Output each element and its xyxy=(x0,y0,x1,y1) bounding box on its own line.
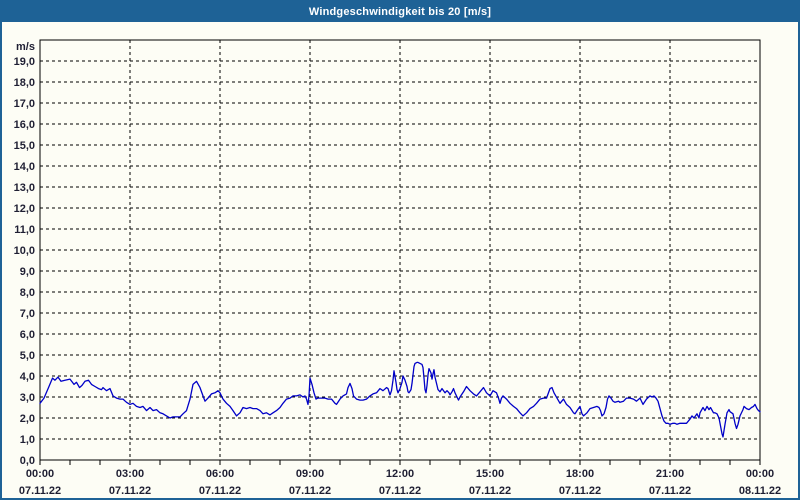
y-tick-label: 13,0 xyxy=(14,182,35,194)
y-tick-label: 12,0 xyxy=(14,203,35,215)
x-tick-time: 18:00 xyxy=(566,468,594,480)
x-tick-date: 07.11.22 xyxy=(649,485,691,497)
x-tick-time: 00:00 xyxy=(746,468,774,480)
x-tick-date: 07.11.22 xyxy=(379,485,421,497)
x-tick-date: 07.11.22 xyxy=(19,485,61,497)
y-tick-label: 6,0 xyxy=(20,329,35,341)
y-tick-label: 4,0 xyxy=(20,371,35,383)
x-tick-time: 06:00 xyxy=(206,468,234,480)
app-window: Windgeschwindigkeit bis 20 [m/s] 0,0 1,0 2… xyxy=(0,0,800,500)
x-tick-date: 07.11.22 xyxy=(469,485,511,497)
x-tick-time: 00:00 xyxy=(26,468,54,480)
y-tick-label: 8,0 xyxy=(20,287,35,299)
title-bar[interactable]: Windgeschwindigkeit bis 20 [m/s] xyxy=(2,2,798,22)
x-tick-date: 08.11.22 xyxy=(739,485,781,497)
x-tick-date: 07.11.22 xyxy=(199,485,241,497)
x-tick-time: 21:00 xyxy=(656,468,684,480)
y-tick-label: 14,0 xyxy=(14,161,35,173)
y-tick-label: 11,0 xyxy=(14,224,35,236)
x-tick-time: 09:00 xyxy=(296,468,324,480)
x-tick-time: 03:00 xyxy=(116,468,144,480)
y-tick-label: 1,0 xyxy=(20,434,35,446)
window-title: Windgeschwindigkeit bis 20 [m/s] xyxy=(308,6,492,18)
y-tick-label: 7,0 xyxy=(20,308,35,320)
x-tick-date: 07.11.22 xyxy=(109,485,151,497)
y-tick-label: 17,0 xyxy=(14,98,35,110)
y-tick-label: 5,0 xyxy=(20,350,35,362)
x-tick-date: 07.11.22 xyxy=(559,485,601,497)
y-tick-label: 10,0 xyxy=(14,245,35,257)
x-tick-time: 15:00 xyxy=(476,468,504,480)
x-tick-date: 07.11.22 xyxy=(289,485,331,497)
y-tick-label: 18,0 xyxy=(14,77,35,89)
y-tick-label: 16,0 xyxy=(14,119,35,131)
y-tick-label: 2,0 xyxy=(20,413,35,425)
x-tick-time: 12:00 xyxy=(386,468,414,480)
y-tick-label: 0,0 xyxy=(20,455,35,467)
y-tick-label: 19,0 xyxy=(14,56,35,68)
wind-speed-chart: 0,0 1,0 2,0 3,0 4,0 5,0 6,0 7,0 8,0 9,0 10,0 11,0 12… xyxy=(14,39,781,497)
y-tick-label: 3,0 xyxy=(20,392,35,404)
y-tick-label: 9,0 xyxy=(20,266,35,278)
y-axis-unit: m/s xyxy=(16,41,35,53)
y-tick-label: 15,0 xyxy=(14,140,35,152)
